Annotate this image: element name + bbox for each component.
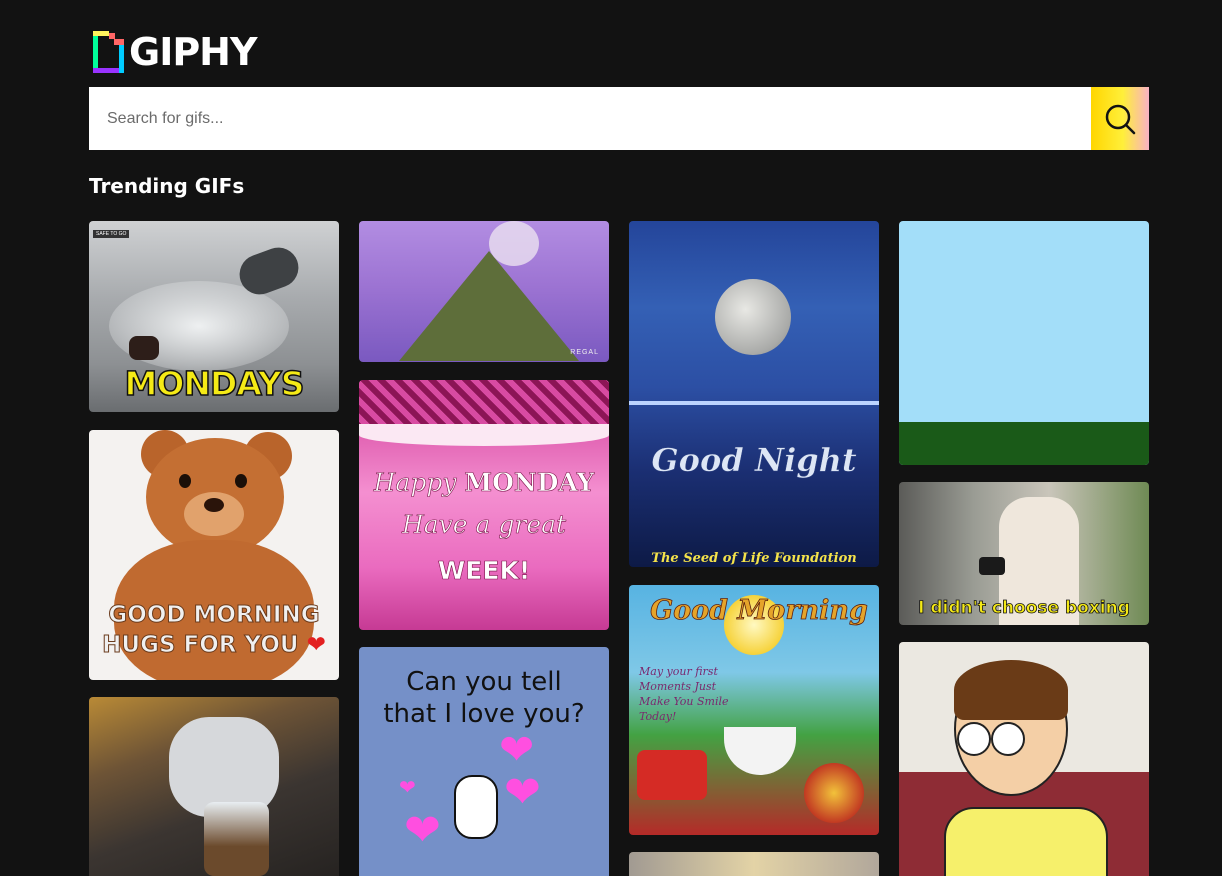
heart-icon-4: ❤: [404, 806, 441, 855]
gif-good-morning[interactable]: Good Morning May your first Moments Just…: [629, 585, 879, 835]
love-line1: Can you tell: [406, 667, 562, 697]
search-bar: [89, 87, 1149, 150]
bear-caption-line2-text: HUGS FOR YOU: [102, 632, 299, 659]
gif-teddy-bear[interactable]: GOOD MORNING HUGS FOR YOU ❤: [89, 430, 339, 680]
volcano-smoke: [489, 221, 539, 266]
happy-monday-line2: MONDAY: [464, 468, 595, 498]
coffee-cup: [204, 802, 269, 876]
moon-icon: [715, 279, 791, 355]
strawberry-basket: [637, 750, 707, 800]
grass-strip: [899, 422, 1149, 465]
gif-coffee[interactable]: [89, 697, 339, 876]
gif-sky-grass[interactable]: [899, 221, 1149, 465]
heart-icon: ❤: [306, 632, 326, 658]
teacup: [724, 727, 796, 775]
cartoon-shirt: [944, 807, 1108, 876]
gif-boxing[interactable]: I didn't choose boxing: [899, 482, 1149, 625]
happy-monday-line1: Happy: [373, 468, 457, 498]
gif-love-you[interactable]: Can you tell that I love you? ❤ ❤ ❤ ❤: [359, 647, 609, 876]
giphy-logo[interactable]: GIPHY: [93, 31, 257, 73]
good-morning-msg-3: Make You Smile: [639, 695, 729, 708]
gif-happy-monday[interactable]: Happy MONDAY Have a great WEEK!: [359, 380, 609, 630]
bear-eye-left: [179, 474, 191, 488]
volcano-mountain: [399, 251, 579, 361]
bear-caption-line1: GOOD MORNING: [108, 602, 320, 629]
drip-band: [359, 380, 609, 430]
good-morning-title: Good Morning: [650, 595, 869, 627]
search-icon: [1105, 104, 1136, 134]
gif-volcano[interactable]: REGAL: [359, 221, 609, 362]
bear-nose: [204, 498, 224, 512]
gif-mondays[interactable]: SAFE TO GO MONDAYS: [89, 221, 339, 412]
dog-figure: [454, 775, 498, 839]
cartoon-eye-right: [991, 722, 1025, 756]
gif-blonde-partial[interactable]: [629, 852, 879, 876]
trending-title: Trending GIFs: [89, 174, 245, 198]
horizon-glow: [629, 401, 879, 405]
good-night-credit: The Seed of Life Foundation: [651, 551, 857, 566]
flower-bouquet: [804, 763, 864, 823]
mondays-caption: MONDAYS: [124, 363, 305, 404]
giphy-logo-icon: [93, 31, 124, 73]
search-input[interactable]: [89, 87, 1091, 150]
gif-cartoon-boy[interactable]: [899, 642, 1149, 876]
brand-name: GIPHY: [129, 30, 257, 74]
heart-icon-3: ❤: [399, 777, 416, 799]
good-morning-msg-2: Moments Just: [639, 680, 717, 693]
crash-bike: [129, 336, 159, 360]
happy-monday-caption: Happy MONDAY: [359, 468, 609, 498]
good-morning-msg-1: May your first: [639, 665, 718, 678]
microphone-icon: [979, 557, 1005, 575]
search-button[interactable]: [1091, 87, 1149, 150]
heart-icon-2: ❤: [504, 768, 541, 817]
volcano-watermark: REGAL: [570, 349, 599, 356]
happy-monday-line3: Have a great: [401, 510, 567, 540]
mondays-badge: SAFE TO GO: [93, 230, 130, 238]
bear-eye-right: [235, 474, 247, 488]
good-morning-msg-4: Today!: [639, 710, 677, 723]
drip-icing: [359, 424, 609, 446]
good-night-title: Good Night: [651, 441, 857, 480]
happy-monday-line4: WEEK!: [437, 556, 531, 586]
gif-good-night[interactable]: Good Night The Seed of Life Foundation: [629, 221, 879, 567]
cartoon-hair: [954, 660, 1068, 720]
love-line2: that I love you?: [383, 699, 585, 729]
boxing-caption: I didn't choose boxing: [918, 598, 1131, 619]
bear-caption-line2: HUGS FOR YOU ❤: [89, 632, 339, 659]
cartoon-eye-left: [957, 722, 991, 756]
